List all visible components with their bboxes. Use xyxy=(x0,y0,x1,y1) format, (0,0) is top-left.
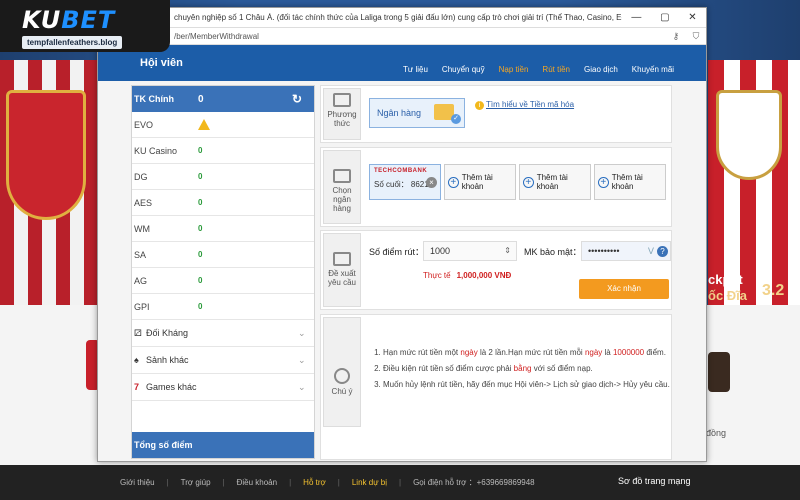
info-icon: i xyxy=(475,101,484,110)
close-icon[interactable]: ✕ xyxy=(688,12,696,23)
notes-list: Hạn mức rút tiền một ngày là 2 lần.Hạn m… xyxy=(371,347,671,395)
footer-phone: Gọi điện hỗ trợ ：+639669869948 xyxy=(413,478,535,487)
bank-select-section: Chọn ngân hàng TECHCOMBANK Số cuối： 8621… xyxy=(320,147,672,227)
logo-url: tempfallenfeathers.blog xyxy=(22,36,123,49)
footer-link-help[interactable]: Trợ giúp xyxy=(181,478,211,487)
payment-method-section: Phương thức Ngân hàng ✓ i Tìm hiểu về Tiề… xyxy=(320,85,672,143)
help-icon[interactable]: ? xyxy=(657,246,668,257)
add-account-button[interactable]: + Thêm tài khoản xyxy=(519,164,591,200)
member-header: Hội viên Tư liệu Chuyển quỹ Nạp tiền Rút… xyxy=(98,45,706,81)
notes-section: Chú ý Hạn mức rút tiền một ngày là 2 lần… xyxy=(320,314,672,460)
main-account-value: 0 xyxy=(198,93,204,105)
kubet-logo[interactable]: KUBET tempfallenfeathers.blog xyxy=(0,0,170,52)
wallet-row-sa: SA 0 xyxy=(132,242,314,268)
club-crest-right xyxy=(716,90,782,180)
note-item: Điều kiện rút tiền số điểm cược phải bằn… xyxy=(383,363,671,375)
note-item: Hạn mức rút tiền một ngày là 2 lần.Hạn m… xyxy=(383,347,671,359)
note-item: Muốn hủy lệnh rút tiền, hãy đến mục Hội … xyxy=(383,379,671,391)
password-label: MK bảo mật： xyxy=(524,247,582,257)
maximize-icon[interactable]: ▢ xyxy=(660,12,669,23)
points-select[interactable]: 1000 ⇕ xyxy=(423,241,517,261)
browser-window: chuyên nghiệp số 1 Châu Á. (đối tác chín… xyxy=(97,7,707,462)
document-icon xyxy=(333,252,351,266)
seven-icon: 7 xyxy=(134,382,140,392)
jackpot-subtext: ốc Đĩa xyxy=(708,288,748,303)
actual-amount: Thực tế 1,000,000 VNĐ xyxy=(423,271,512,280)
promo-image-right[interactable] xyxy=(708,352,730,392)
category-other-lobby[interactable]: ♠ Sảnh khác ⌄ xyxy=(132,347,314,374)
bulb-icon xyxy=(334,368,350,384)
add-account-button[interactable]: + Thêm tài khoản xyxy=(444,164,516,200)
bank-card-icon xyxy=(333,169,351,183)
add-account-button[interactable]: + Thêm tài khoản xyxy=(594,164,666,200)
total-points: Tổng số điểm xyxy=(132,432,314,458)
warning-icon xyxy=(198,119,210,130)
dice-icon: ⚂ xyxy=(134,327,142,338)
shield-icon[interactable]: ⛉ xyxy=(693,31,700,42)
remove-icon[interactable]: × xyxy=(426,177,437,188)
bank-account-selected[interactable]: TECHCOMBANK Số cuối： 8621 × xyxy=(369,164,441,200)
chevron-down-icon: ⌄ xyxy=(298,381,306,392)
site-footer: Giới thiệu | Trợ giúp | Điều khoản | Hỗ trợ… xyxy=(0,465,800,500)
tab-profile[interactable]: Tư liệu xyxy=(403,65,428,74)
notes-tab: Chú ý xyxy=(323,317,361,427)
payment-method-tab: Phương thức xyxy=(323,88,361,140)
club-crest-left xyxy=(6,90,86,220)
jackpot-text: ckpot xyxy=(708,272,743,287)
wallet-row-kucasino: KU Casino 0 xyxy=(132,138,314,164)
address-url[interactable]: /ber/MemberWithdrawal xyxy=(174,32,666,41)
chevron-down-icon: ⌄ xyxy=(298,327,306,338)
withdraw-form-section: Đề xuất yêu cầu Số điểm rút： 1000 ⇕ MK b… xyxy=(320,230,672,310)
chevron-down-icon: ⌄ xyxy=(298,354,306,365)
wallet-list: TK Chính 0 ↻ EVO KU Casino 0 DG 0 AES 0 … xyxy=(131,85,315,459)
wallet-row-aes: AES 0 xyxy=(132,190,314,216)
security-password-input[interactable]: •••••••••• ᐯ ? xyxy=(581,241,671,261)
crypto-info-link[interactable]: i Tìm hiểu về Tiền mã hóa xyxy=(475,100,575,110)
footer-link-support[interactable]: Hỗ trợ xyxy=(303,478,326,487)
plus-icon: + xyxy=(598,176,609,188)
spade-icon: ♠ xyxy=(134,355,139,365)
category-pvp[interactable]: ⚂ Đối Kháng ⌄ xyxy=(132,320,314,347)
tab-transfer[interactable]: Chuyển quỹ xyxy=(442,65,485,74)
refresh-icon[interactable]: ↻ xyxy=(292,92,314,106)
main-account-label: TK Chính xyxy=(134,94,174,104)
logo-text: KUBET xyxy=(22,6,116,34)
select-arrow-icon: ⇕ xyxy=(504,246,511,255)
tab-withdraw[interactable]: Rút tiền xyxy=(542,65,570,74)
bank-brand: TECHCOMBANK xyxy=(374,168,428,174)
tab-transactions[interactable]: Giao dịch xyxy=(584,65,618,74)
points-label: Số điểm rút： xyxy=(369,247,425,257)
confirm-button[interactable]: Xác nhận xyxy=(579,279,669,299)
page-title: Hội viên xyxy=(140,57,183,69)
plus-icon: + xyxy=(523,176,534,188)
tab-deposit[interactable]: Nạp tiền xyxy=(499,65,529,74)
wallet-row-evo: EVO xyxy=(132,112,314,138)
wallet-row-gpi: GPI 0 xyxy=(132,294,314,320)
eye-icon[interactable]: ᐯ xyxy=(648,242,654,260)
footer-link-about[interactable]: Giới thiệu xyxy=(120,478,155,487)
wallet-row-ag: AG 0 xyxy=(132,268,314,294)
member-nav: Tư liệu Chuyển quỹ Nạp tiền Rút tiền Gia… xyxy=(403,65,688,74)
wallet-row-dg: DG 0 xyxy=(132,164,314,190)
jackpot-amount: 3.2 xyxy=(762,282,785,299)
window-title: chuyên nghiệp số 1 Châu Á. (đối tác chín… xyxy=(174,13,622,22)
check-icon: ✓ xyxy=(451,114,461,124)
promo-caption: đồng xyxy=(706,428,727,438)
key-icon[interactable]: ⚷ xyxy=(673,31,680,42)
main-account-row: TK Chính 0 ↻ xyxy=(132,86,314,112)
category-other-games[interactable]: 7 Games khác ⌄ xyxy=(132,374,314,401)
choose-bank-tab: Chọn ngân hàng xyxy=(323,150,361,224)
window-titlebar: chuyên nghiệp số 1 Châu Á. (đối tác chín… xyxy=(98,8,706,28)
tab-promotions[interactable]: Khuyến mãi xyxy=(632,65,674,74)
footer-sitemap[interactable]: Sơ đồ trang mạng xyxy=(618,476,690,486)
plus-icon: + xyxy=(448,176,459,188)
bank-method-button[interactable]: Ngân hàng ✓ xyxy=(369,98,465,128)
address-bar[interactable]: /ber/MemberWithdrawal ⚷ ⛉ xyxy=(98,28,706,45)
footer-link-backup[interactable]: Link dự bị xyxy=(352,478,387,487)
request-tab: Đề xuất yêu cầu xyxy=(323,233,361,307)
wallet-icon xyxy=(333,93,351,107)
minimize-icon[interactable]: — xyxy=(631,12,641,23)
footer-link-terms[interactable]: Điều khoản xyxy=(237,478,277,487)
wallet-row-wm: WM 0 xyxy=(132,216,314,242)
